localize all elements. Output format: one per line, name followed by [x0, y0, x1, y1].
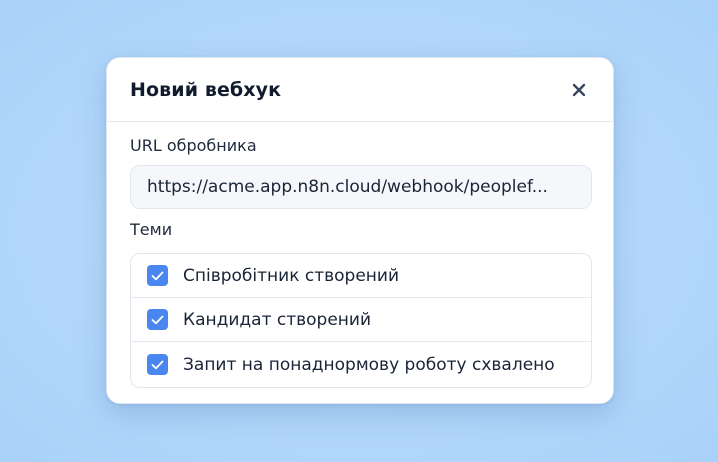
close-icon	[572, 83, 586, 96]
url-input[interactable]: https://acme.app.n8n.cloud/webhook/peopl…	[130, 165, 592, 209]
topic-checkbox[interactable]	[147, 354, 168, 375]
url-input-value: https://acme.app.n8n.cloud/webhook/peopl…	[147, 177, 548, 197]
dialog-title: Новий вебхук	[130, 78, 282, 101]
checkmark-icon	[151, 271, 164, 280]
close-button[interactable]	[567, 78, 591, 102]
new-webhook-dialog: Новий вебхук URL обробника https://acme.…	[106, 57, 614, 404]
checkmark-icon	[151, 315, 164, 324]
topic-label: Співробітник створений	[183, 265, 399, 286]
topic-item-candidate-created[interactable]: Кандидат створений	[131, 298, 591, 342]
url-field-label: URL обробника	[130, 136, 257, 155]
topics-label: Теми	[130, 220, 173, 239]
checkmark-icon	[151, 360, 164, 369]
topic-label: Запит на понаднормову роботу схвалено	[183, 354, 555, 375]
topic-item-overtime-approved[interactable]: Запит на понаднормову роботу схвалено	[131, 342, 591, 387]
topic-label: Кандидат створений	[183, 309, 372, 330]
dialog-body: URL обробника https://acme.app.n8n.cloud…	[107, 122, 613, 388]
topic-checkbox[interactable]	[147, 309, 168, 330]
topics-list: Співробітник створений Кандидат створени…	[130, 253, 592, 388]
topic-checkbox[interactable]	[147, 265, 168, 286]
topic-item-employee-created[interactable]: Співробітник створений	[131, 254, 591, 298]
dialog-header: Новий вебхук	[107, 58, 613, 122]
